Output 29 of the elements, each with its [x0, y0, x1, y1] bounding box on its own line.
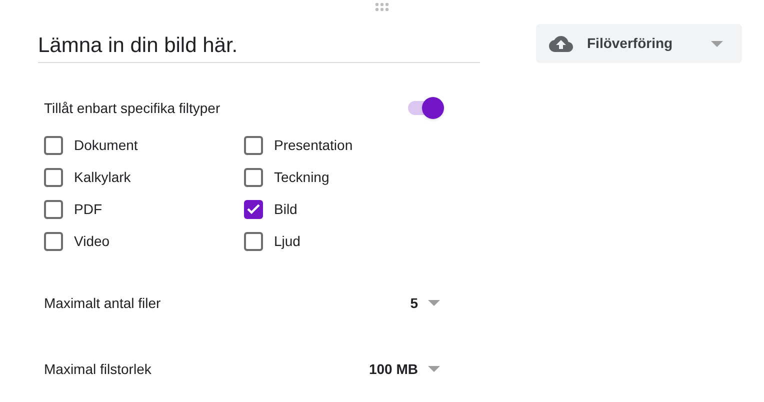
checkbox[interactable] [44, 136, 63, 154]
checkbox-label: Kalkylark [74, 168, 131, 187]
checkbox-label: PDF [74, 200, 102, 218]
checkbox-label: Video [74, 232, 110, 250]
checkbox[interactable] [44, 232, 63, 250]
checkbox[interactable] [44, 200, 63, 218]
checkbox[interactable] [244, 200, 263, 218]
checkbox-label: Teckning [274, 168, 330, 187]
checkbox[interactable] [244, 168, 263, 186]
checkbox-label: Bild [274, 200, 298, 218]
caret-icon [711, 40, 723, 46]
toggle-switch[interactable] [406, 97, 444, 119]
title-field[interactable]: Lämna in din bild här. [38, 30, 480, 63]
checkbox-label: Ljud [274, 232, 300, 251]
checkbox-label: Dokument [74, 136, 138, 154]
drag-handle-icon[interactable] [374, 2, 390, 12]
caret-icon [428, 366, 440, 372]
checkmark-icon [247, 204, 260, 214]
question-type-dropdown[interactable]: Filöverföring [536, 24, 742, 63]
value-dropdown[interactable]: 5 [410, 292, 440, 314]
setting-label: Maximal filstorlek [44, 360, 152, 378]
checkbox[interactable] [44, 168, 63, 186]
checkbox[interactable] [244, 232, 263, 250]
value-dropdown[interactable]: 100 MB [368, 358, 440, 380]
checkbox[interactable] [244, 136, 263, 154]
caret-icon [428, 300, 440, 306]
setting-label: Maximalt antal filer [44, 294, 161, 312]
toggle-label: Tillåt enbart specifika filtyper [44, 98, 220, 118]
checkbox-label: Presentation [274, 136, 353, 154]
